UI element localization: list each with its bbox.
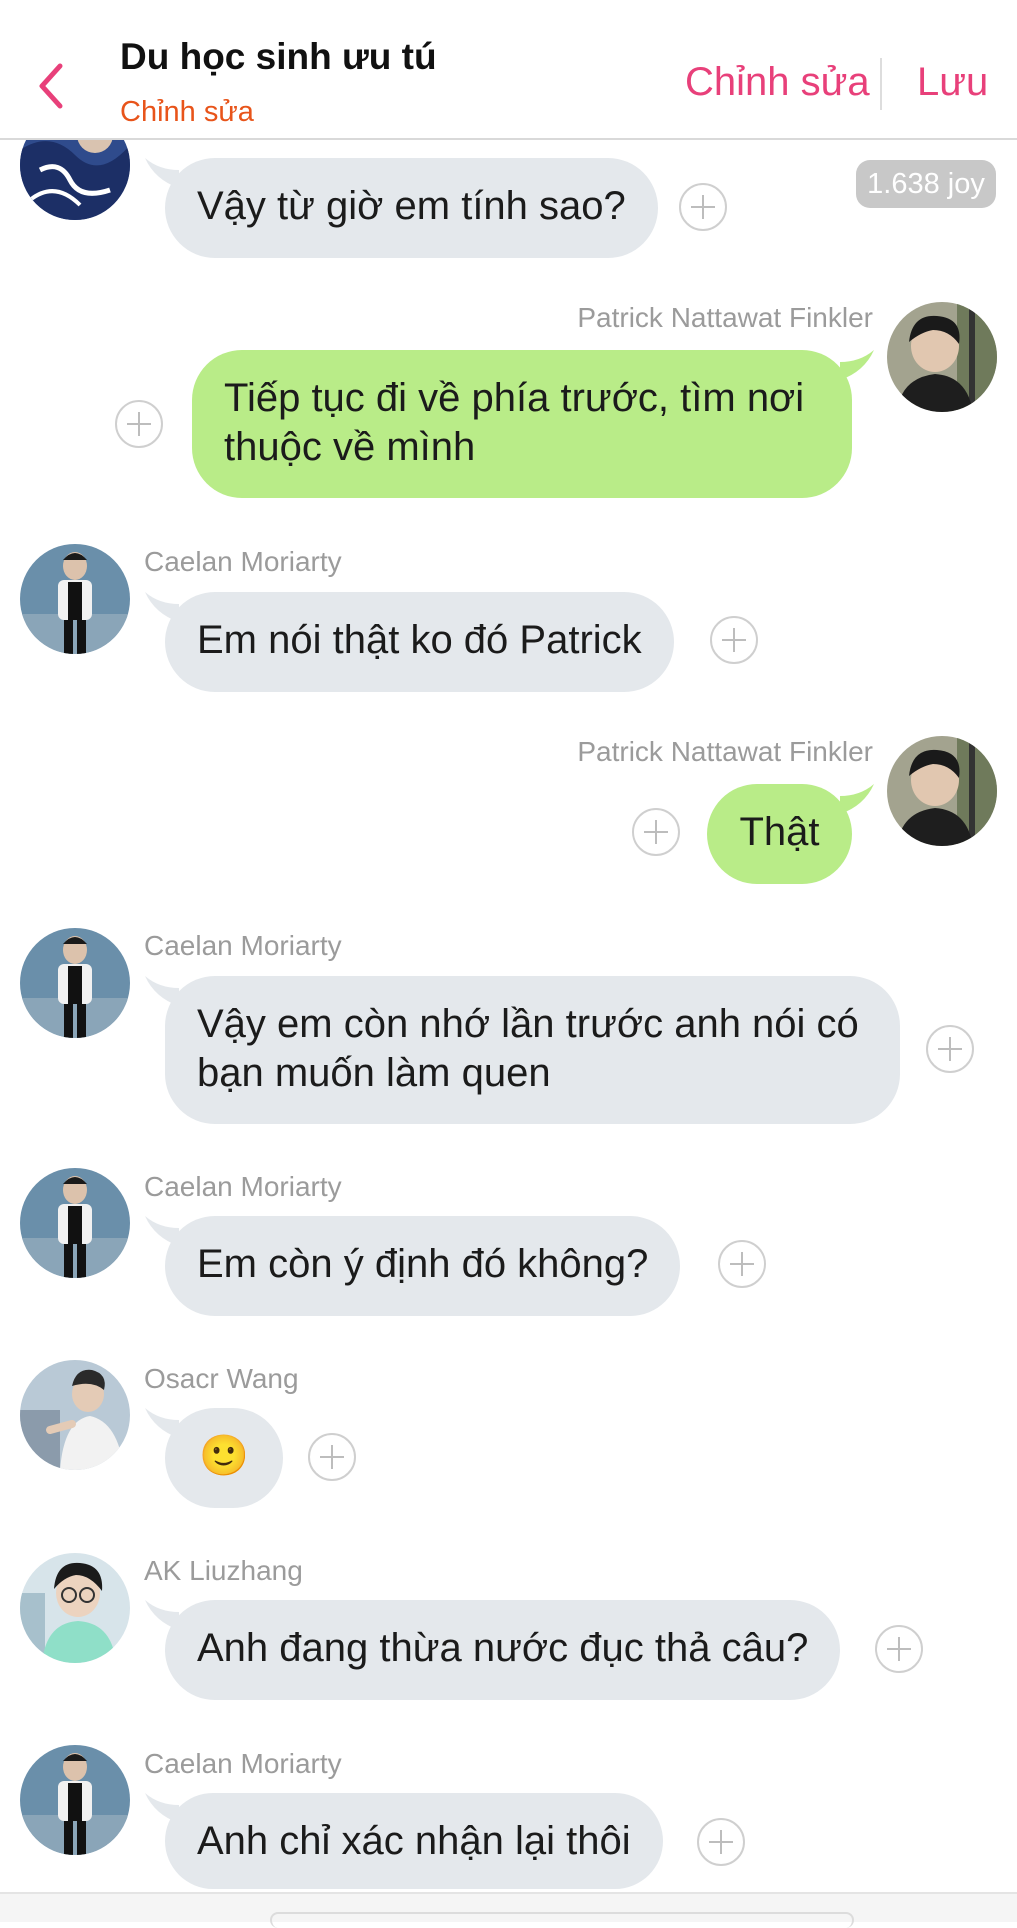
message-bubble[interactable]: Tiếp tục đi về phía trước, tìm nơi thuộc… [192,350,852,498]
chevron-left-icon [39,63,63,109]
avatar[interactable] [20,544,130,654]
message-bubble[interactable]: Anh chỉ xác nhận lại thôi [165,1793,663,1889]
add-reaction-button[interactable] [926,1025,974,1073]
edit-button[interactable]: Chỉnh sửa [685,60,870,105]
add-reaction-button[interactable] [710,616,758,664]
message-input[interactable] [270,1912,854,1928]
message-bubble[interactable]: Vậy em còn nhớ lần trước anh nói có bạn … [165,976,900,1124]
avatar[interactable] [20,1360,130,1470]
add-reaction-button[interactable] [697,1818,745,1866]
add-reaction-button[interactable] [308,1433,356,1481]
message-bubble[interactable]: Vậy từ giờ em tính sao? [165,158,658,258]
message-bubble[interactable]: Em nói thật ko đó Patrick [165,592,674,692]
add-reaction-button[interactable] [718,1240,766,1288]
add-reaction-button[interactable] [632,808,680,856]
sender-name: Patrick Nattawat Finkler [577,736,873,767]
avatar[interactable] [20,928,130,1038]
add-reaction-button[interactable] [679,183,727,231]
joy-badge: 1.638 joy [856,160,996,208]
header-divider [880,58,882,110]
chat-header: Du học sinh ưu tú Chỉnh sửa Chỉnh sửa Lư… [0,0,1017,140]
message-bubble[interactable]: Thật [707,784,852,884]
avatar[interactable] [20,1745,130,1855]
save-button[interactable]: Lưu [917,60,988,105]
message-bubble[interactable]: Anh đang thừa nước đục thả câu? [165,1600,841,1700]
add-reaction-button[interactable] [875,1625,923,1673]
avatar[interactable] [20,1168,130,1278]
sender-name: Caelan Moriarty [144,1171,342,1202]
sender-name: Caelan Moriarty [144,1748,342,1779]
sender-name: Caelan Moriarty [144,546,342,577]
message-bubble[interactable]: 🙂 [165,1408,283,1508]
sender-name: Osacr Wang [144,1363,299,1394]
avatar[interactable] [887,736,997,846]
chat-title: Du học sinh ưu tú [120,36,437,77]
add-reaction-button[interactable] [115,400,163,448]
avatar[interactable] [20,1553,130,1663]
avatar[interactable] [887,302,997,412]
sender-name: Patrick Nattawat Finkler [577,302,873,333]
message-bubble[interactable]: Em còn ý định đó không? [165,1216,681,1316]
sender-name: Caelan Moriarty [144,930,342,961]
chat-subtitle[interactable]: Chỉnh sửa [120,96,254,129]
back-button[interactable] [30,52,78,116]
sender-name: AK Liuzhang [144,1555,303,1586]
